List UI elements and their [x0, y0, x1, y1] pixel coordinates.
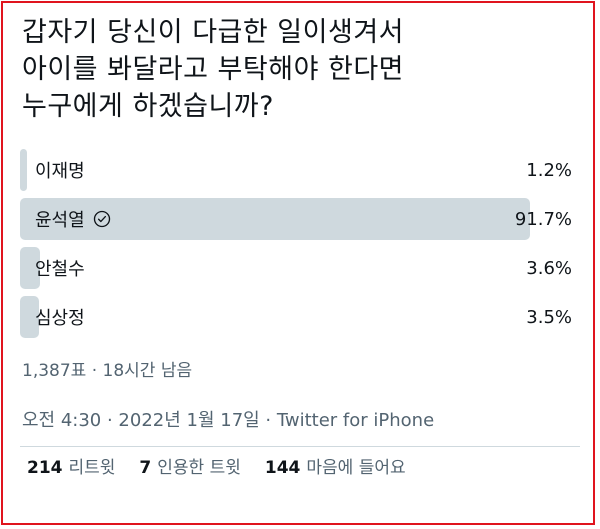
tweet-text: 갑자기 당신이 다급한 일이생겨서 아이를 봐달라고 부탁해야 한다면 누구에게…	[22, 17, 405, 122]
poll-option-1: 이재명 1.2%	[20, 149, 576, 191]
poll-option-3: 안철수 3.6%	[20, 247, 576, 289]
poll: 이재명 1.2% 윤석열 91.7% 안철수 3.6% 심상정 3.5%	[20, 149, 576, 345]
poll-option-percent: 1.2%	[526, 159, 572, 181]
poll-option-4: 심상정 3.5%	[20, 296, 576, 338]
likes-stat[interactable]: 144 마음에 들어요	[265, 453, 406, 478]
poll-option-label: 안철수	[35, 259, 85, 280]
poll-option-2: 윤석열 91.7%	[20, 198, 576, 240]
poll-summary: 1,387표 · 18시간 남음	[22, 361, 193, 381]
poll-option-label: 윤석열	[35, 210, 85, 231]
check-circle-icon	[93, 210, 111, 228]
retweets-stat[interactable]: 214 리트윗	[27, 453, 115, 478]
quotes-stat[interactable]: 7 인용한 트윗	[139, 453, 240, 478]
tweet-stats: 214 리트윗 7 인용한 트윗 144 마음에 들어요	[27, 453, 406, 478]
poll-option-percent: 3.6%	[526, 257, 572, 279]
tweet-timestamp[interactable]: 오전 4:30 · 2022년 1월 17일 · Twitter for iPh…	[22, 406, 434, 432]
poll-option-percent: 3.5%	[526, 306, 572, 328]
divider	[20, 446, 580, 447]
poll-option-percent: 91.7%	[514, 208, 572, 230]
poll-option-label: 이재명	[35, 161, 85, 182]
poll-option-label: 심상정	[35, 308, 85, 329]
